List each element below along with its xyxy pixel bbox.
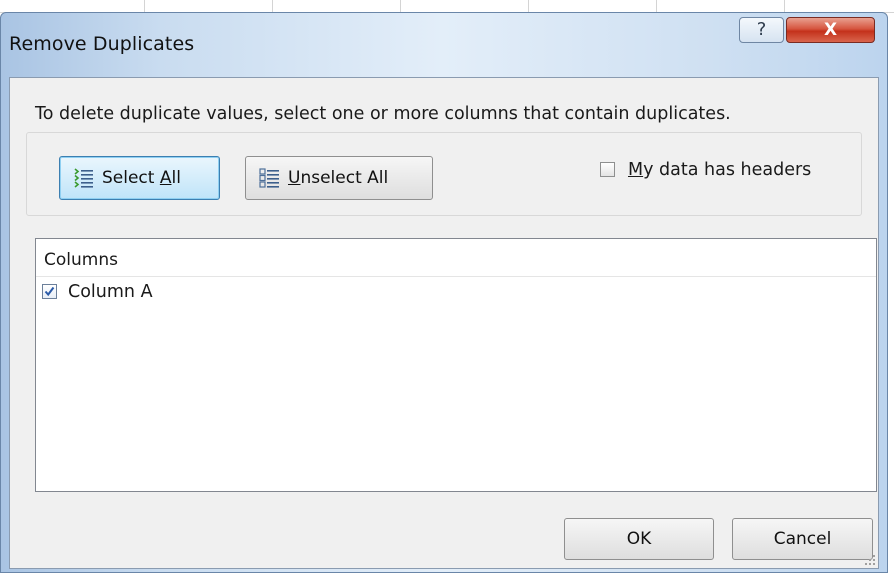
resize-grip-icon[interactable] xyxy=(864,554,876,566)
select-all-mnemonic: A xyxy=(159,168,172,188)
checkmark-icon xyxy=(44,286,55,297)
select-all-suffix: ll xyxy=(171,168,181,188)
help-button[interactable]: ? xyxy=(739,17,784,43)
instructions-text: To delete duplicate values, select one o… xyxy=(35,104,731,124)
grid-line xyxy=(272,0,273,12)
grid-line xyxy=(400,0,401,12)
ok-button[interactable]: OK xyxy=(564,518,714,560)
title-bar[interactable]: Remove Duplicates ? X xyxy=(1,13,887,77)
unselect-all-label: Unselect All xyxy=(288,168,388,188)
column-a-label: Column A xyxy=(68,282,153,302)
cancel-label: Cancel xyxy=(773,529,832,549)
dialog-body: To delete duplicate values, select one o… xyxy=(9,77,879,569)
grid-line xyxy=(656,0,657,12)
columns-listbox[interactable]: Columns Column A xyxy=(35,238,877,492)
columns-list-header: Columns xyxy=(36,239,876,277)
list-item[interactable]: Column A xyxy=(36,279,876,305)
headers-label-rest: y data has headers xyxy=(643,160,812,180)
cancel-button[interactable]: Cancel xyxy=(732,518,873,560)
grid-line xyxy=(784,0,785,12)
unselect-all-suffix: nselect All xyxy=(300,168,389,188)
unselect-all-list-icon xyxy=(259,168,279,188)
remove-duplicates-dialog: Remove Duplicates ? X To delete duplicat… xyxy=(0,12,888,573)
grid-line xyxy=(144,0,145,12)
columns-header-label: Columns xyxy=(44,250,118,270)
my-data-has-headers-checkbox[interactable] xyxy=(600,162,615,177)
select-all-button[interactable]: Select All xyxy=(59,156,220,200)
headers-mnemonic: M xyxy=(628,160,644,180)
grid-line xyxy=(528,0,529,12)
dialog-title: Remove Duplicates xyxy=(9,33,195,55)
ok-label: OK xyxy=(626,529,652,549)
close-button[interactable]: X xyxy=(786,17,875,43)
my-data-has-headers-label[interactable]: My data has headers xyxy=(628,160,811,180)
column-a-checkbox[interactable] xyxy=(42,284,57,299)
select-all-label: Select All xyxy=(102,168,181,188)
unselect-all-button[interactable]: Unselect All xyxy=(245,156,433,200)
select-all-list-icon xyxy=(74,168,93,188)
select-all-prefix: Select xyxy=(102,168,160,188)
unselect-all-mnemonic: U xyxy=(288,168,301,188)
